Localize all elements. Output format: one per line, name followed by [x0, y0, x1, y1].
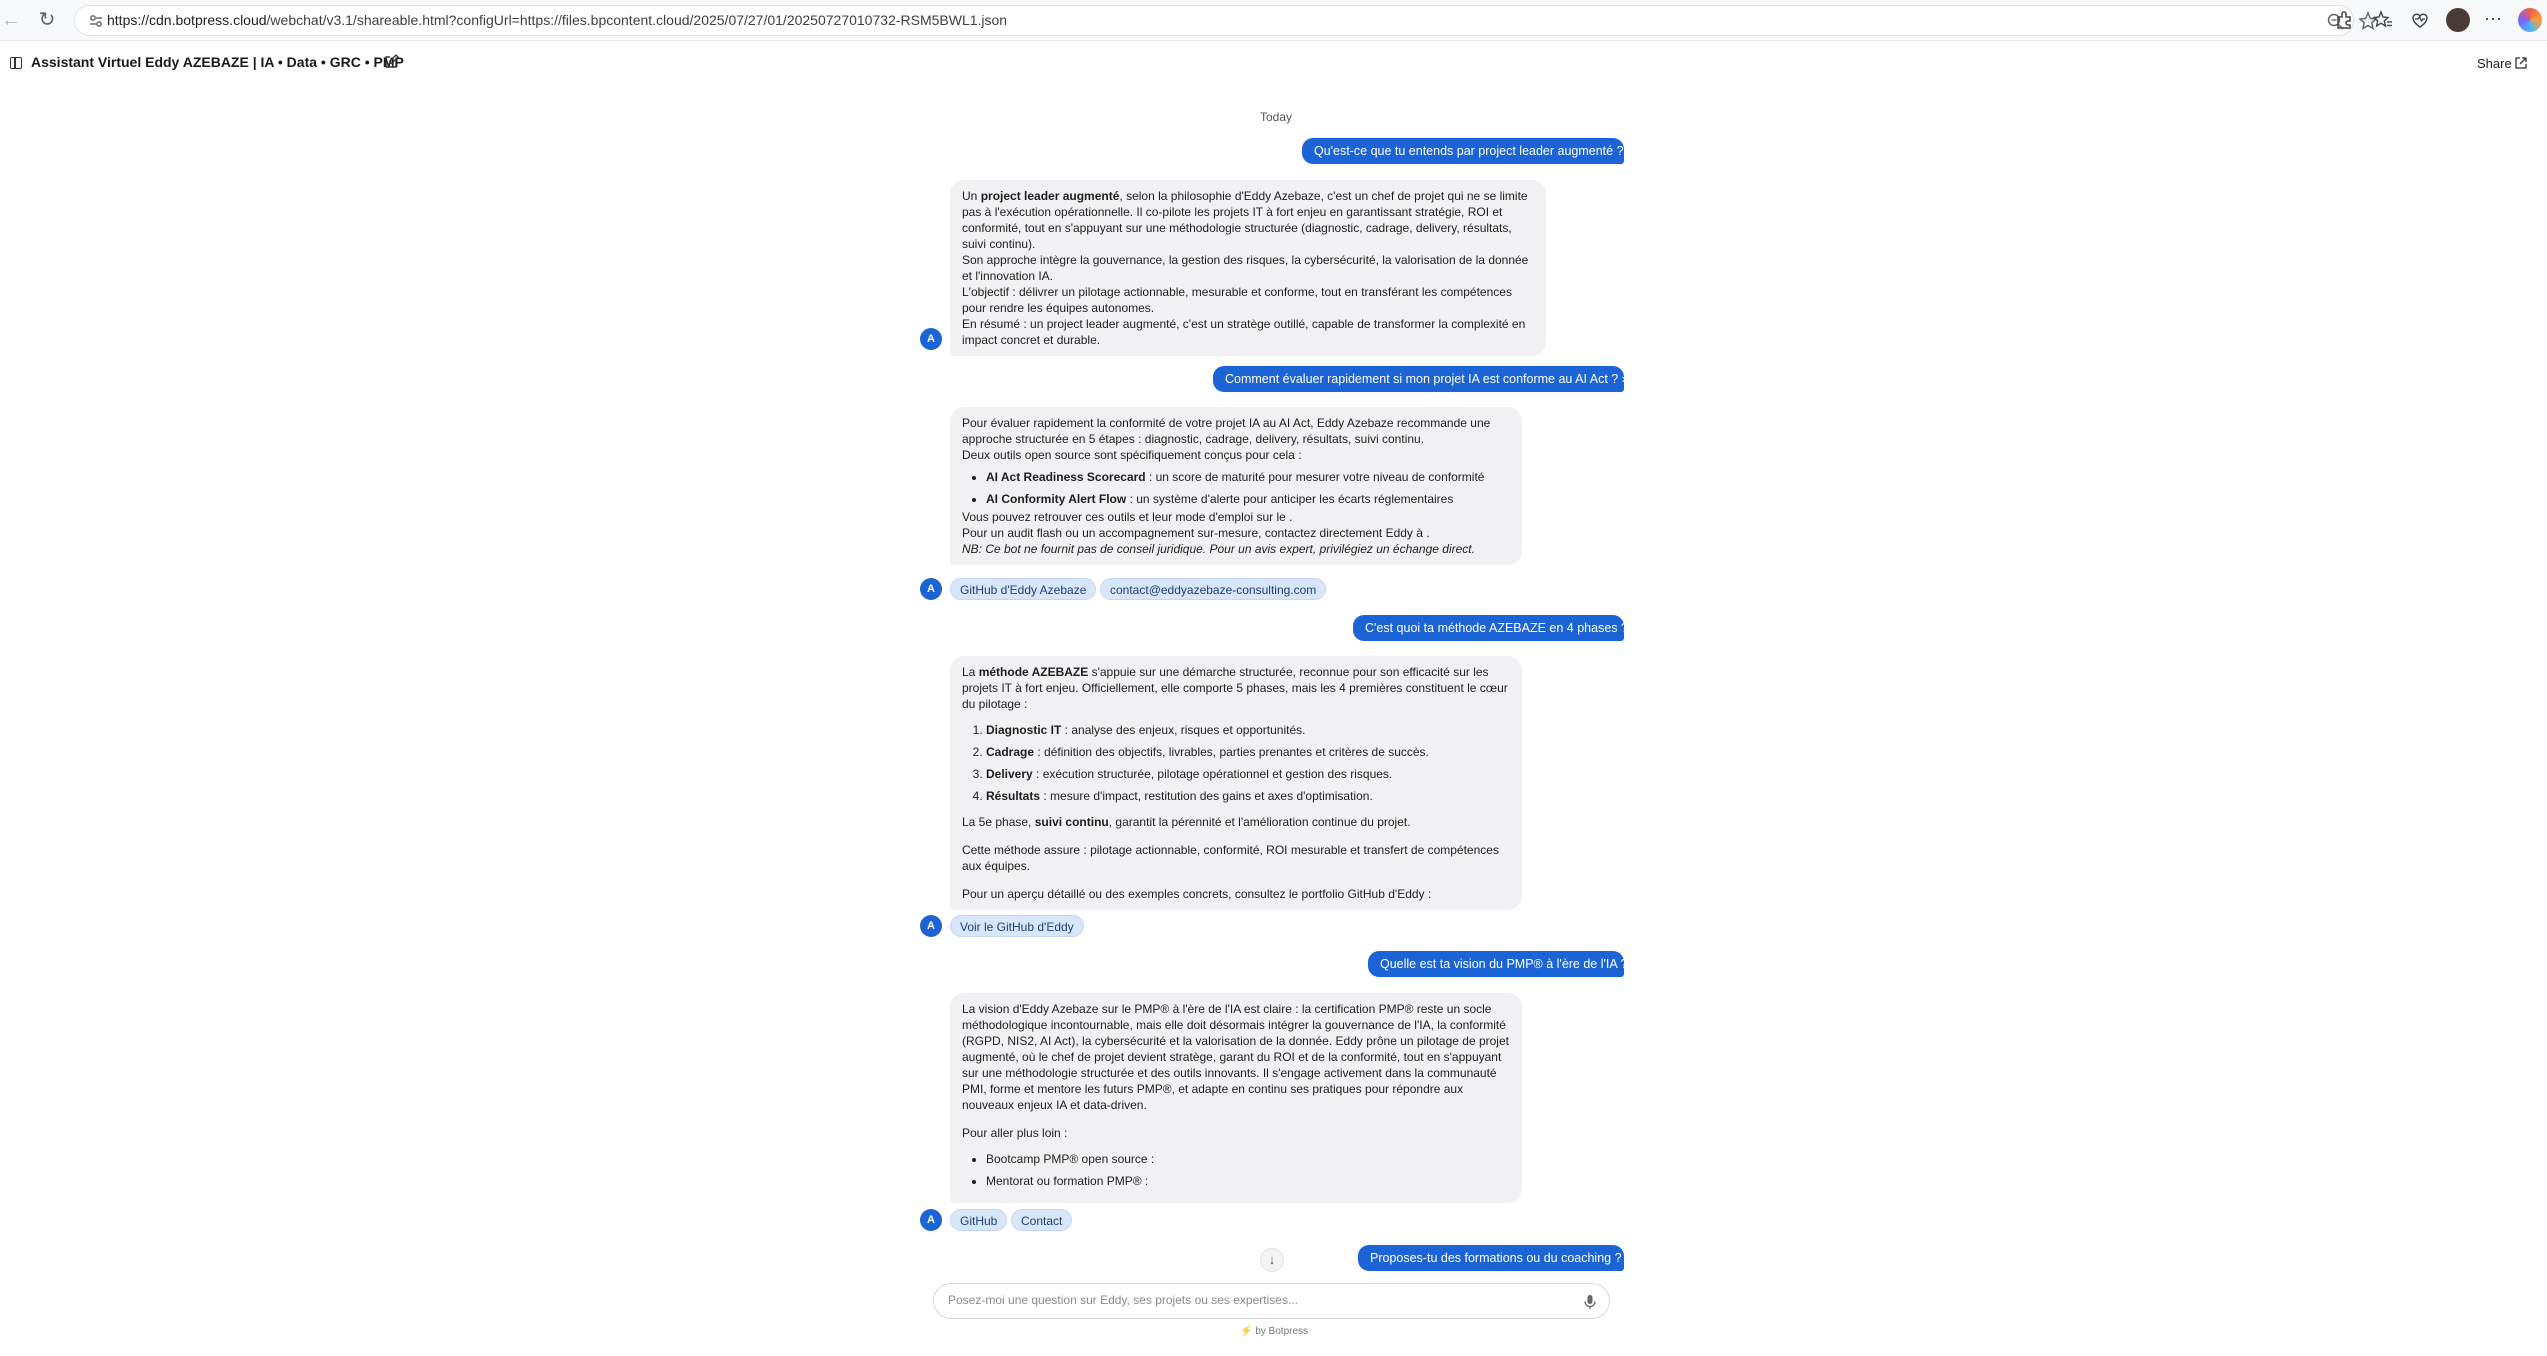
- message-paragraph: La 5e phase, suivi continu, garantit la …: [962, 815, 1411, 829]
- arrow-down-icon: ↓: [1268, 1252, 1276, 1267]
- list-item: Cadrage : définition des objectifs, livr…: [986, 744, 1510, 760]
- user-message: Proposes-tu des formations ou du coachin…: [1358, 1245, 1624, 1271]
- user-message: Comment évaluer rapidement si mon projet…: [1213, 366, 1629, 392]
- message-paragraph: Son approche intègre la gouvernance, la …: [962, 253, 1529, 283]
- address-bar[interactable]: https://cdn.botpress.cloud/webchat/v3.1/…: [74, 5, 2378, 36]
- external-link-icon[interactable]: [2514, 56, 2528, 70]
- bot-message: La vision d'Eddy Azebaze sur le PMP® à l…: [950, 993, 1522, 1203]
- browser-toolbar: ← ↻ https://cdn.botpress.cloud/webchat/v…: [0, 0, 2547, 41]
- quick-reply-contact-email[interactable]: contact@eddyazebaze-consulting.com: [1100, 578, 1327, 600]
- list-item: Delivery : exécution structurée, pilotag…: [986, 766, 1510, 782]
- url-path: /webchat/v3.1/shareable.html?configUrl=h…: [266, 12, 1008, 28]
- message-paragraph: Pour un audit flash ou un accompagnement…: [962, 526, 1430, 540]
- copilot-icon[interactable]: [2518, 8, 2542, 32]
- quick-reply-github[interactable]: GitHub: [950, 1209, 1008, 1231]
- message-paragraph: Vous pouvez retrouver ces outils et leur…: [962, 510, 1293, 524]
- message-paragraph: L'objectif : délivrer un pilotage action…: [962, 285, 1512, 315]
- site-info-icon[interactable]: [87, 12, 105, 30]
- reload-icon[interactable]: ↻: [36, 9, 58, 31]
- message-input[interactable]: [946, 1292, 1550, 1308]
- powered-by[interactable]: ⚡ by Botpress: [1240, 1326, 1308, 1337]
- chat-header: Assistant Virtuel Eddy AZEBAZE | IA • Da…: [0, 42, 2547, 82]
- message-paragraph: Un project leader augmenté, selon la phi…: [962, 189, 1528, 251]
- edit-icon[interactable]: [383, 54, 399, 70]
- list-item: AI Act Readiness Scorecard : un score de…: [986, 469, 1510, 485]
- list-item: Mentorat ou formation PMP® :: [986, 1173, 1510, 1189]
- more-options-icon[interactable]: ⋯: [2482, 9, 2504, 31]
- powered-by-label: by Botpress: [1255, 1326, 1309, 1337]
- message-paragraph: Cette méthode assure : pilotage actionna…: [962, 843, 1499, 873]
- bot-message: Un project leader augmenté, selon la phi…: [950, 180, 1546, 356]
- user-message: C'est quoi ta méthode AZEBAZE en 4 phase…: [1353, 615, 1628, 641]
- message-paragraph: La vision d'Eddy Azebaze sur le PMP® à l…: [962, 1002, 1509, 1112]
- message-paragraph: Deux outils open source sont spécifiquem…: [962, 448, 1302, 462]
- sidebar-toggle-icon[interactable]: [10, 57, 22, 69]
- url-text[interactable]: https://cdn.botpress.cloud/webchat/v3.1/…: [107, 12, 1007, 28]
- quick-reply-voir-github[interactable]: Voir le GitHub d'Eddy: [950, 915, 1084, 937]
- list-item: Diagnostic IT : analyse des enjeux, risq…: [986, 722, 1510, 738]
- scroll-to-bottom-button[interactable]: ↓: [1260, 1248, 1284, 1272]
- list-item: AI Conformity Alert Flow : un système d'…: [986, 491, 1510, 507]
- browser-essentials-icon[interactable]: [2409, 9, 2431, 31]
- bot-message: Pour évaluer rapidement la conformité de…: [950, 407, 1522, 565]
- favorites-icon[interactable]: [2372, 9, 2394, 31]
- quick-reply-github-eddy[interactable]: GitHub d'Eddy Azebaze: [950, 578, 1097, 600]
- message-paragraph: Pour évaluer rapidement la conformité de…: [962, 416, 1491, 446]
- user-message: Qu'est-ce que tu entends par project lea…: [1302, 138, 1624, 164]
- bot-avatar: A: [920, 328, 942, 350]
- quick-reply-contact[interactable]: Contact: [1011, 1209, 1073, 1231]
- message-list: Bootcamp PMP® open source : Mentorat ou …: [962, 1151, 1510, 1189]
- url-host: https://cdn.botpress.cloud: [107, 12, 267, 28]
- botpress-logo-icon: ⚡: [1240, 1326, 1253, 1337]
- microphone-icon[interactable]: [1583, 1294, 1597, 1310]
- message-composer: [933, 1283, 1610, 1319]
- user-message: Quelle est ta vision du PMP® à l'ère de …: [1368, 951, 1627, 977]
- bot-avatar: A: [920, 915, 942, 937]
- profile-avatar[interactable]: [2446, 8, 2470, 32]
- message-paragraph: La méthode AZEBAZE s'appuie sur une déma…: [962, 665, 1508, 711]
- back-icon[interactable]: ←: [0, 9, 22, 31]
- list-item: Bootcamp PMP® open source :: [986, 1151, 1510, 1167]
- message-paragraph: Pour un aperçu détaillé ou des exemples …: [962, 887, 1432, 901]
- bot-avatar: A: [920, 578, 942, 600]
- disclaimer: NB: Ce bot ne fournit pas de conseil jur…: [962, 542, 1475, 556]
- share-button[interactable]: Share: [2477, 56, 2512, 71]
- message-ordered-list: Diagnostic IT : analyse des enjeux, risq…: [962, 722, 1510, 804]
- bot-title: Assistant Virtuel Eddy AZEBAZE | IA • Da…: [31, 54, 404, 70]
- message-paragraph: En résumé : un project leader augmenté, …: [962, 317, 1526, 347]
- day-divider: Today: [1260, 110, 1293, 124]
- extensions-icon[interactable]: [2333, 9, 2355, 31]
- bot-message: La méthode AZEBAZE s'appuie sur une déma…: [950, 656, 1522, 910]
- bot-avatar: A: [920, 1209, 942, 1231]
- message-paragraph: Pour aller plus loin :: [962, 1126, 1068, 1140]
- message-list: AI Act Readiness Scorecard : un score de…: [962, 469, 1510, 507]
- list-item: Résultats : mesure d'impact, restitution…: [986, 788, 1510, 804]
